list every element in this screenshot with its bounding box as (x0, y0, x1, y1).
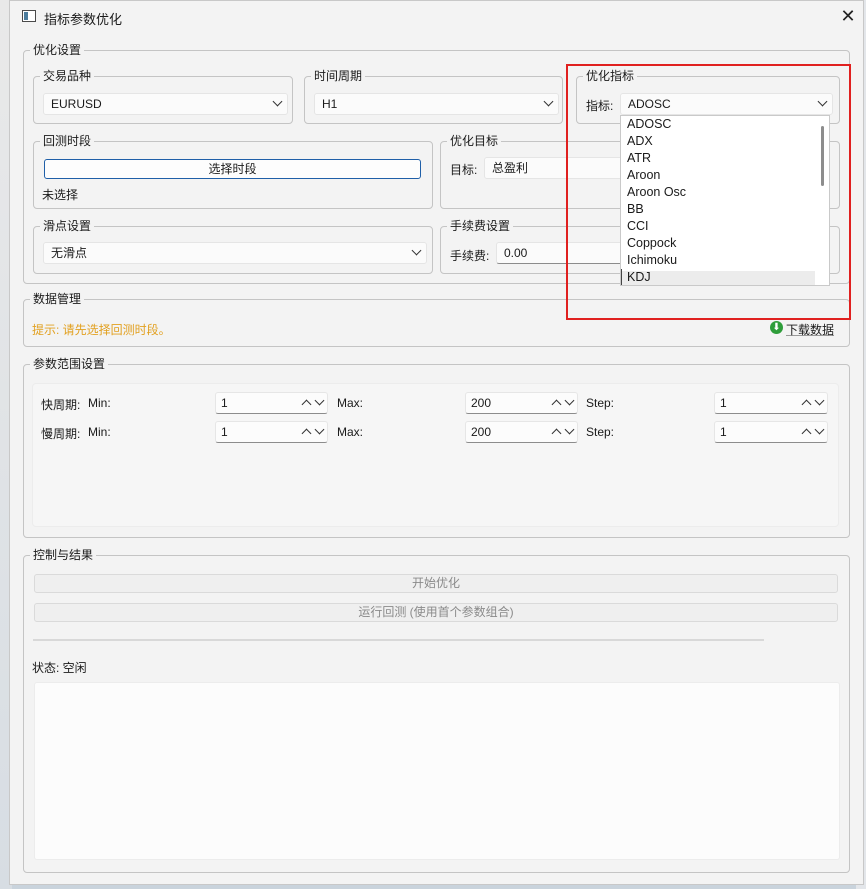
chevron-down-icon[interactable] (564, 424, 575, 435)
chevron-up-icon[interactable] (551, 428, 562, 439)
chevron-down-icon (543, 96, 554, 107)
window-title: 指标参数优化 (44, 12, 123, 27)
fast-min-spinbox[interactable]: 1 (215, 392, 328, 414)
chevron-up-icon[interactable] (551, 399, 562, 410)
slow-period-label: 慢周期: (41, 427, 81, 441)
fast-min-value: 1 (221, 396, 228, 410)
slow-step-label: Step: (586, 425, 615, 439)
period-select-value: H1 (322, 97, 338, 111)
chevron-down-icon (272, 96, 283, 107)
fast-step-spinbox[interactable]: 1 (714, 392, 828, 414)
chevron-up-icon[interactable] (801, 399, 812, 410)
fee-label: 手续费: (450, 249, 490, 263)
select-period-button[interactable]: 选择时段 (44, 159, 421, 179)
period-group-label: 时间周期 (311, 68, 366, 84)
highlight-annotation-box (566, 64, 851, 320)
slow-step-spinbox[interactable]: 1 (714, 421, 828, 443)
param-range-label: 参数范围设置 (30, 356, 109, 372)
backtest-status-text: 未选择 (42, 188, 79, 202)
data-management-label: 数据管理 (30, 291, 85, 307)
slow-min-value: 1 (221, 425, 228, 439)
symbol-select-value: EURUSD (51, 97, 102, 111)
backtest-period-label: 回测时段 (40, 133, 95, 149)
chevron-down-icon[interactable] (564, 395, 575, 406)
progress-bar (33, 639, 764, 641)
slippage-select-value: 无滑点 (51, 246, 88, 260)
chevron-down-icon[interactable] (814, 395, 825, 406)
fast-max-label: Max: (337, 396, 364, 410)
target-select-value: 总盈利 (492, 161, 529, 175)
slippage-group-label: 滑点设置 (40, 218, 95, 234)
chevron-up-icon[interactable] (801, 428, 812, 439)
slow-max-label: Max: (337, 425, 364, 439)
target-group-label: 优化目标 (447, 133, 502, 149)
chevron-down-icon (411, 245, 422, 256)
status-text: 状态: 空闲 (32, 661, 87, 675)
fast-step-label: Step: (586, 396, 615, 410)
symbol-group-label: 交易品种 (40, 68, 95, 84)
download-data-button[interactable]: 下载数据 (786, 321, 834, 338)
fast-max-value: 200 (471, 396, 492, 410)
slow-min-spinbox[interactable]: 1 (215, 421, 328, 443)
app-window-icon (22, 10, 36, 22)
optimization-dialog: 指标参数优化 ✕ 优化设置 交易品种 EURUSD 时间周期 H1 优化指标 指… (9, 0, 864, 885)
fee-input-value: 0.00 (504, 246, 528, 260)
fast-step-value: 1 (720, 396, 727, 410)
slow-step-value: 1 (720, 425, 727, 439)
fee-group-label: 手续费设置 (447, 218, 514, 234)
data-hint-text: 提示: 请先选择回测时段。 (32, 323, 171, 337)
fast-period-label: 快周期: (41, 398, 81, 412)
optimization-settings-label: 优化设置 (30, 42, 85, 58)
symbol-select[interactable]: EURUSD (43, 93, 288, 115)
start-optimization-button[interactable]: 开始优化 (34, 574, 838, 593)
target-label: 目标: (450, 163, 478, 177)
fast-min-label: Min: (88, 396, 111, 410)
chevron-down-icon[interactable] (314, 395, 325, 406)
slow-max-spinbox[interactable]: 200 (465, 421, 578, 443)
chevron-down-icon[interactable] (814, 424, 825, 435)
download-icon[interactable]: ⬇ (770, 321, 783, 334)
control-results-label: 控制与结果 (30, 547, 97, 563)
period-select[interactable]: H1 (314, 93, 559, 115)
slow-min-label: Min: (88, 425, 111, 439)
close-icon[interactable]: ✕ (836, 5, 860, 27)
fast-max-spinbox[interactable]: 200 (465, 392, 578, 414)
chevron-up-icon[interactable] (301, 428, 312, 439)
chevron-down-icon[interactable] (314, 424, 325, 435)
run-backtest-button[interactable]: 运行回测 (使用首个参数组合) (34, 603, 838, 622)
chevron-up-icon[interactable] (301, 399, 312, 410)
slippage-select[interactable]: 无滑点 (43, 242, 427, 264)
results-log[interactable] (34, 682, 840, 860)
slow-max-value: 200 (471, 425, 492, 439)
title-bar[interactable]: 指标参数优化 ✕ (10, 1, 863, 33)
